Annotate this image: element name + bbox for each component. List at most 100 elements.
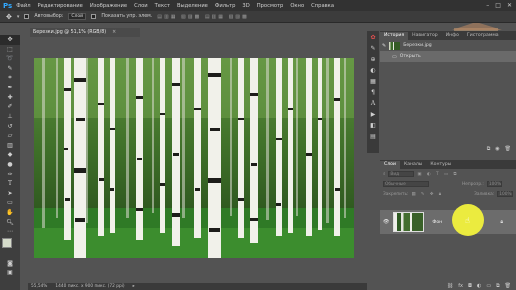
gradient-tool-icon[interactable]: ▥: [0, 141, 20, 151]
menu-3d[interactable]: 3D: [242, 3, 249, 9]
eyedropper-tool-icon[interactable]: ✒: [0, 83, 20, 93]
crop-tool-icon[interactable]: ⌗: [0, 73, 20, 83]
healing-tool-icon[interactable]: ✚: [0, 93, 20, 103]
align-icons[interactable]: ▤▥▦ ▧▨▩ ▤▥▦ ▧▨▩: [157, 14, 248, 20]
close-tab-icon[interactable]: ×: [112, 30, 116, 35]
swatches-panel-icon[interactable]: ▦: [370, 78, 376, 85]
properties-panel-icon[interactable]: ▶: [371, 111, 376, 118]
brush-tool-icon[interactable]: ✐: [0, 102, 20, 112]
paragraph-panel-icon[interactable]: ¶: [371, 89, 375, 96]
menu-layers[interactable]: Слои: [134, 3, 147, 9]
fill-label: Заливка:: [474, 191, 495, 197]
trash-icon[interactable]: 🗑︎: [505, 146, 511, 153]
edit-toolbar-icon[interactable]: ⋯: [0, 227, 20, 237]
tab-history[interactable]: История: [380, 32, 409, 40]
lasso-tool-icon[interactable]: ➰: [0, 54, 20, 64]
history-brush-tool-icon[interactable]: ↺: [0, 121, 20, 131]
tab-histogram[interactable]: Гистограмма: [463, 32, 503, 40]
marquee-tool-icon[interactable]: ⬚: [0, 45, 20, 55]
close-icon[interactable]: ✕: [507, 2, 512, 9]
layer-style-icon[interactable]: fx: [458, 283, 463, 290]
options-bar: ✥ ▾ Автовыбор: Слой Показать упр. элем. …: [0, 11, 516, 23]
window-controls: – □ ✕: [486, 2, 512, 9]
lock-options-icons[interactable]: ▦ ✎ ✥ 🔒︎: [411, 192, 443, 197]
layers-footer: ⛓︎ fx ◘ ◐ ▭ ⧉ 🗑︎: [380, 283, 516, 290]
filter-type-icons[interactable]: ▣ ◐ T ▭ ⧉: [417, 172, 458, 177]
layer-mask-icon[interactable]: ◘: [468, 283, 472, 290]
dodge-tool-icon[interactable]: ●: [0, 160, 20, 170]
history-snapshot[interactable]: ✎ Березки.jpg: [380, 40, 516, 51]
history-panel-icon[interactable]: ✿: [370, 34, 375, 41]
type-tool-icon[interactable]: T: [0, 179, 20, 189]
tab-layers[interactable]: Слои: [380, 161, 400, 169]
fill-input[interactable]: 100%: [497, 191, 513, 197]
character-panel-icon[interactable]: A: [371, 100, 375, 107]
menu-file[interactable]: Файл: [16, 3, 30, 9]
autoselect-checkbox[interactable]: [24, 14, 30, 19]
history-brush-source-icon[interactable]: ✎: [382, 43, 386, 49]
new-document-from-state-icon[interactable]: ⧉: [487, 146, 491, 153]
tab-navigator[interactable]: Навигатор: [408, 32, 442, 40]
tab-channels[interactable]: Каналы: [400, 161, 426, 169]
layer-lock-icon[interactable]: 🔒︎: [500, 219, 503, 225]
clone-source-icon[interactable]: ⊕: [370, 56, 375, 63]
tool-preset-icon[interactable]: ▾: [17, 14, 20, 20]
zoom-level[interactable]: 55,54%: [31, 284, 47, 289]
blend-mode-dropdown[interactable]: Обычные: [383, 181, 429, 187]
delete-layer-icon[interactable]: 🗑︎: [505, 283, 511, 290]
camera-snapshot-icon[interactable]: ◉: [495, 146, 499, 153]
zoom-tool-icon[interactable]: 🔍︎: [0, 217, 20, 227]
show-controls-checkbox[interactable]: [91, 14, 97, 19]
autoselect-dropdown[interactable]: Слой: [68, 13, 87, 20]
shape-tool-icon[interactable]: ▭: [0, 198, 20, 208]
layer-kind-filter[interactable]: Вид: [388, 171, 415, 177]
move-tool-icon[interactable]: ✥: [0, 35, 20, 45]
document-tab[interactable]: Березки.jpg @ 51,1% (RGB/8) ×: [30, 28, 140, 37]
new-layer-icon[interactable]: ⧉: [496, 283, 500, 290]
menu-view[interactable]: Просмотр: [257, 3, 284, 9]
path-select-tool-icon[interactable]: ➤: [0, 189, 20, 199]
layer-thumbnail[interactable]: [393, 212, 425, 232]
menu-help[interactable]: Справка: [311, 3, 334, 9]
adjustment-layer-icon[interactable]: ◐: [477, 283, 481, 290]
color-panel-icon[interactable]: ◐: [370, 67, 375, 74]
opacity-input[interactable]: 100%: [486, 181, 503, 187]
menu-select[interactable]: Выделение: [177, 3, 208, 9]
color-swatches[interactable]: [2, 238, 18, 254]
menu-filter[interactable]: Фильтр: [215, 3, 236, 9]
visibility-eye-icon[interactable]: 👁︎: [383, 219, 389, 225]
quick-mask-icon[interactable]: ◙: [0, 258, 20, 268]
quick-select-tool-icon[interactable]: ✎: [0, 64, 20, 74]
layer-row[interactable]: 👁︎ Фон 🔒︎: [380, 210, 516, 234]
styles-panel-icon[interactable]: ▤: [370, 133, 376, 140]
history-step[interactable]: ▭ Открыть: [380, 51, 516, 62]
foreground-color-swatch[interactable]: [2, 238, 12, 249]
adjustments-panel-icon[interactable]: ◧: [370, 122, 376, 129]
eraser-tool-icon[interactable]: ▱: [0, 131, 20, 141]
screen-mode-icon[interactable]: ▣: [0, 268, 20, 278]
menu-window[interactable]: Окно: [290, 3, 304, 9]
tab-paths[interactable]: Контуры: [426, 161, 455, 169]
tab-info[interactable]: Инфо: [442, 32, 463, 40]
menu-edit[interactable]: Редактирование: [38, 3, 83, 9]
minimize-icon[interactable]: –: [486, 2, 489, 9]
autoselect-label: Автовыбор:: [34, 14, 64, 19]
hand-tool-icon[interactable]: ✋: [0, 208, 20, 218]
blend-row: Обычные Непрозр.: 100%: [380, 179, 516, 189]
link-layers-icon[interactable]: ⛓︎: [447, 283, 453, 290]
maximize-icon[interactable]: □: [495, 2, 501, 9]
menu-bar: Ps Файл Редактирование Изображение Слои …: [0, 0, 516, 11]
status-arrow-icon[interactable]: ▸: [133, 284, 135, 289]
blur-tool-icon[interactable]: ◆: [0, 150, 20, 160]
stamp-tool-icon[interactable]: ⊥: [0, 112, 20, 122]
snapshot-thumbnail: [389, 41, 401, 50]
move-tool-icon[interactable]: ✥: [6, 13, 12, 21]
pen-tool-icon[interactable]: ✑: [0, 169, 20, 179]
brush-panel-icon[interactable]: ✎: [370, 45, 375, 52]
menu-image[interactable]: Изображение: [90, 3, 127, 9]
menu-text[interactable]: Текст: [155, 3, 170, 9]
canvas-area[interactable]: [20, 37, 367, 283]
new-group-icon[interactable]: ▭: [486, 283, 491, 290]
layer-name[interactable]: Фон: [432, 220, 442, 225]
history-panel: История Навигатор Инфо Гистограмма ✎ Бер…: [380, 31, 516, 153]
